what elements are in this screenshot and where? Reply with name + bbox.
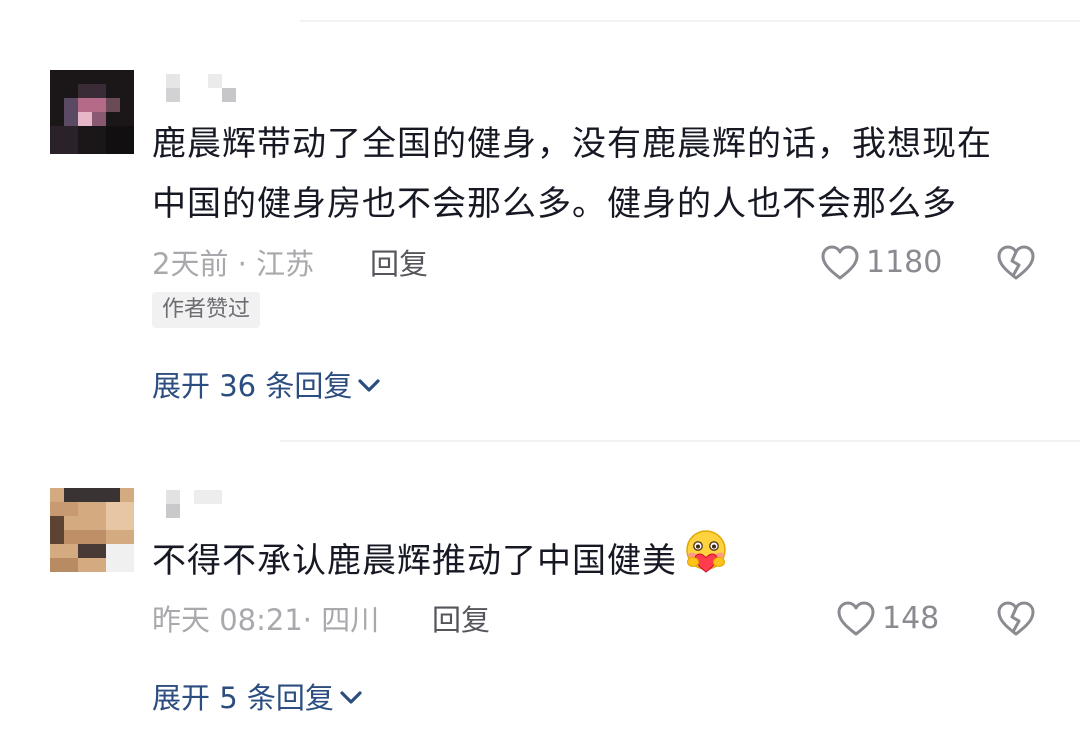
comment-meta: 2天前 · 江苏 (152, 247, 315, 281)
comment-divider (280, 440, 1080, 442)
username[interactable] (166, 74, 238, 104)
expand-replies-label: 展开 36 条回复 (152, 369, 353, 403)
expand-replies-label: 展开 5 条回复 (152, 681, 334, 715)
broken-heart-icon (996, 245, 1036, 286)
like-count: 1180 (866, 245, 943, 280)
avatar[interactable] (50, 70, 134, 154)
avatar[interactable] (50, 488, 134, 572)
reply-button[interactable]: 回复 (432, 602, 490, 638)
top-divider (300, 20, 1080, 22)
dislike-button[interactable] (996, 600, 1036, 642)
broken-heart-icon (996, 601, 1036, 642)
username[interactable] (166, 490, 238, 520)
comment-text: 不得不承认鹿晨辉推动了中国健美 (152, 541, 677, 581)
heart-outline-icon (836, 600, 876, 638)
dislike-button[interactable] (996, 244, 1036, 286)
like-count: 148 (882, 601, 940, 636)
comment-text-line: 中国的健身房也不会那么多。健身的人也不会那么多 (152, 184, 957, 224)
comment-text-line: 鹿晨辉带动了全国的健身，没有鹿晨辉的话，我想现在 (152, 124, 992, 164)
comment-meta: 昨天 08:21· 四川 (152, 603, 380, 637)
hug-heart-emoji (681, 528, 731, 597)
author-liked-badge: 作者赞过 (152, 292, 261, 328)
like-button[interactable]: 1180 (820, 244, 942, 282)
chevron-down-icon (356, 368, 382, 404)
reply-button[interactable]: 回复 (370, 246, 428, 282)
expand-replies-button[interactable]: 展开 5 条回复 (152, 680, 364, 716)
heart-outline-icon (820, 244, 860, 282)
comment-text-line: 不得不承认鹿晨辉推动了中国健美 (152, 528, 731, 597)
expand-replies-button[interactable]: 展开 36 条回复 (152, 368, 382, 404)
chevron-down-icon (338, 680, 364, 716)
like-button[interactable]: 148 (836, 600, 939, 638)
